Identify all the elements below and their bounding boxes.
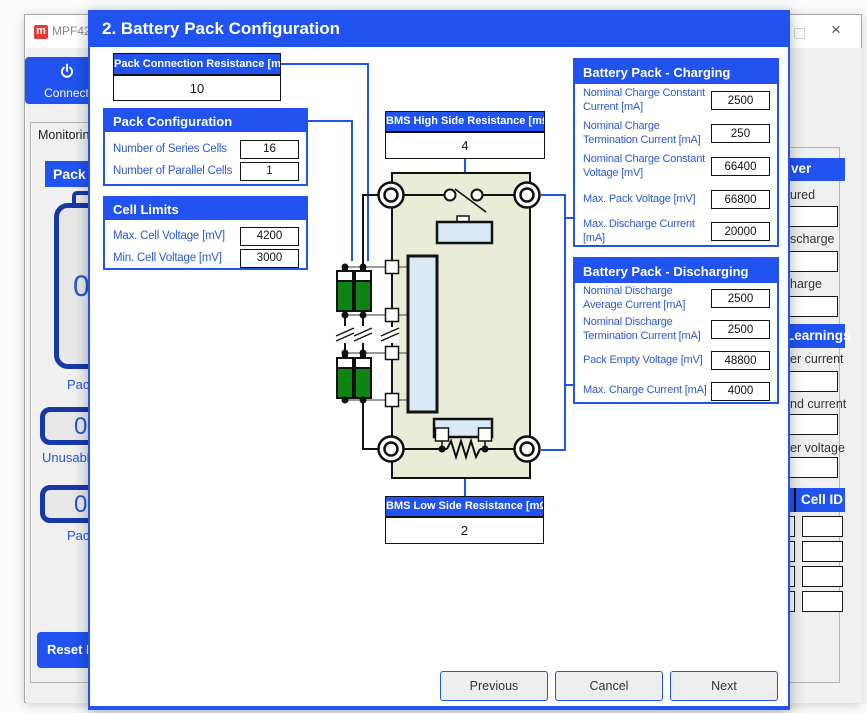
pack-empty-voltage-row: Pack Empty Voltage [mV]	[575, 345, 777, 376]
parallel-cells-input[interactable]	[240, 162, 299, 181]
charge-constant-voltage-input[interactable]	[711, 157, 770, 176]
pack-configuration-header: Pack Configuration	[105, 110, 306, 132]
discharge-termination-current-input[interactable]	[711, 320, 770, 339]
max-pack-voltage-label: Max. Pack Voltage [mV]	[583, 193, 711, 207]
bms-high-side-box	[385, 132, 545, 159]
max-pack-voltage-row: Max. Pack Voltage [mV]	[575, 183, 777, 216]
parallel-cells-row: Number of Parallel Cells	[105, 160, 306, 182]
max-pack-voltage-input[interactable]	[711, 190, 770, 209]
series-cells-input[interactable]	[240, 140, 299, 159]
max-discharge-current-input[interactable]	[711, 222, 770, 241]
charging-header: Battery Pack - Charging	[575, 60, 777, 84]
discharge-average-current-input[interactable]	[711, 289, 770, 308]
pack-configuration-panel: Pack Configuration Number of Series Cell…	[103, 108, 308, 186]
discharge-average-current-label: Nominal Discharge Average Current [mA]	[583, 285, 711, 313]
max-charge-current-label: Max. Charge Current [mA]	[583, 384, 711, 398]
maximize-icon[interactable]	[794, 28, 805, 39]
charge-constant-voltage-row: Nominal Charge Constant Voltage [mV]	[575, 150, 777, 183]
series-cells-row: Number of Series Cells	[105, 138, 306, 160]
discharge-termination-current-row: Nominal Discharge Termination Current [m…	[575, 314, 777, 345]
gauge2-value: 0	[74, 413, 87, 441]
power-header-text: ver	[791, 161, 811, 176]
cellid-header-text: Cell ID	[801, 492, 843, 507]
charge-constant-current-input[interactable]	[711, 91, 770, 110]
charge-constant-current-row: Nominal Charge Constant Current [mA]	[575, 84, 777, 117]
learn-current1-label: er current	[790, 352, 844, 366]
learn-current2-label: nd current	[790, 397, 846, 411]
pack-connection-resistance-header: Pack Connection Resistance [mΩ]	[113, 53, 281, 75]
max-discharge-current-row: Max. Discharge Current [mA]	[575, 216, 777, 247]
pack-empty-voltage-input[interactable]	[711, 351, 770, 370]
max-discharge-current-label: Max. Discharge Current [mA]	[583, 218, 711, 246]
charge-termination-current-input[interactable]	[711, 124, 770, 143]
cellid-cell[interactable]	[802, 516, 843, 537]
charge-termination-current-row: Nominal Charge Termination Current [mA]	[575, 117, 777, 150]
gauge1-label: Pac	[67, 377, 89, 392]
battery-pack-charging-panel: Battery Pack - Charging Nominal Charge C…	[573, 58, 779, 247]
cellid-cell[interactable]	[802, 541, 843, 562]
close-icon[interactable]: ×	[831, 19, 841, 41]
microchip-logo-icon: m	[34, 25, 48, 39]
max-charge-current-input[interactable]	[711, 382, 770, 401]
learn-voltage-label: er voltage	[790, 441, 845, 455]
min-cell-voltage-input[interactable]	[240, 249, 299, 268]
bms-high-side-input[interactable]	[386, 133, 544, 158]
bms-high-side-header: BMS High Side Resistance [mΩ]	[385, 111, 545, 132]
bms-low-side-input[interactable]	[386, 518, 543, 543]
bms-low-side-box	[385, 517, 544, 544]
charge-label: harge	[790, 277, 822, 291]
learnings-header-text: Learnings	[786, 328, 851, 343]
series-cells-label: Number of Series Cells	[113, 142, 227, 156]
max-cell-voltage-input[interactable]	[240, 227, 299, 246]
measured-label: ured	[790, 188, 815, 202]
power-icon	[59, 63, 75, 80]
cancel-button[interactable]: Cancel	[555, 671, 663, 701]
cellid-header-divider	[794, 488, 796, 512]
max-cell-voltage-label: Max. Cell Voltage [mV]	[113, 229, 225, 243]
next-button[interactable]: Next	[670, 671, 778, 701]
discharge-termination-current-label: Nominal Discharge Termination Current [m…	[583, 316, 711, 344]
gauge3-label: Pac	[67, 528, 89, 543]
cellid-cell[interactable]	[802, 591, 843, 612]
bms-low-side-header: BMS Low Side Resistance [mΩ]	[385, 496, 544, 517]
cell-limits-header: Cell Limits	[105, 198, 306, 220]
discharging-header: Battery Pack - Discharging	[575, 259, 777, 283]
discharge-label: scharge	[790, 232, 834, 246]
gauge3-value: 0	[74, 491, 87, 519]
battery-pack-discharging-panel: Battery Pack - Discharging Nominal Disch…	[573, 257, 779, 404]
pack-connection-resistance-input[interactable]	[114, 76, 280, 100]
min-cell-voltage-label: Min. Cell Voltage [mV]	[113, 251, 222, 265]
cell-limits-panel: Cell Limits Max. Cell Voltage [mV] Min. …	[103, 196, 308, 270]
previous-button[interactable]: Previous	[440, 671, 548, 701]
parallel-cells-label: Number of Parallel Cells	[113, 164, 232, 178]
screen: m MPF4279 × Connect Monitoring Pack Re 0…	[0, 0, 867, 713]
charge-constant-voltage-label: Nominal Charge Constant Voltage [mV]	[583, 153, 711, 181]
discharge-average-current-row: Nominal Discharge Average Current [mA]	[575, 283, 777, 314]
charge-termination-current-label: Nominal Charge Termination Current [mA]	[583, 120, 711, 148]
pack-connection-resistance-box	[113, 75, 281, 101]
max-charge-current-row: Max. Charge Current [mA]	[575, 376, 777, 406]
cellid-cell[interactable]	[802, 566, 843, 587]
gauge2-label: Unusabl	[42, 450, 90, 465]
pack-empty-voltage-label: Pack Empty Voltage [mV]	[583, 354, 711, 368]
charge-constant-current-label: Nominal Charge Constant Current [mA]	[583, 87, 711, 115]
min-cell-voltage-row: Min. Cell Voltage [mV]	[105, 247, 306, 269]
dialog-title: 2. Battery Pack Configuration	[88, 10, 790, 47]
max-cell-voltage-row: Max. Cell Voltage [mV]	[105, 225, 306, 247]
